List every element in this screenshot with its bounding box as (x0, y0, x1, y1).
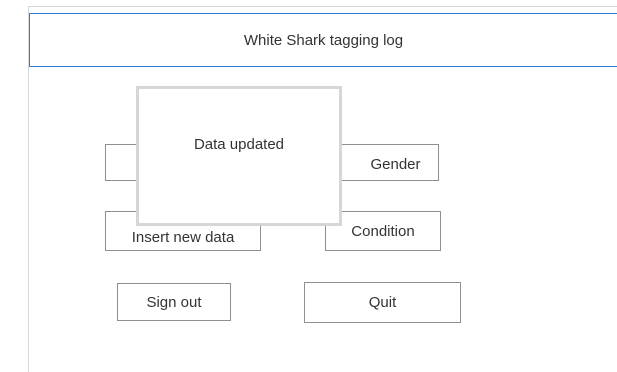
data-updated-popup[interactable]: Data updated (136, 86, 342, 226)
app-title-text: White Shark tagging log (243, 31, 404, 49)
sign-out-button[interactable]: Sign out (117, 283, 231, 321)
condition-button[interactable]: Condition (325, 211, 441, 251)
insert-new-data-button-label: Insert new data (131, 228, 235, 246)
sign-out-button-label: Sign out (146, 293, 202, 311)
app-title: White Shark tagging log (29, 13, 617, 67)
quit-button-label: Quit (368, 294, 397, 311)
gender-button[interactable]: Gender (340, 144, 439, 181)
quit-button[interactable]: Quit (304, 282, 461, 323)
condition-button-label: Condition (351, 222, 415, 240)
popup-message: Data updated (193, 136, 285, 153)
gender-button-label: Gender (370, 156, 421, 173)
